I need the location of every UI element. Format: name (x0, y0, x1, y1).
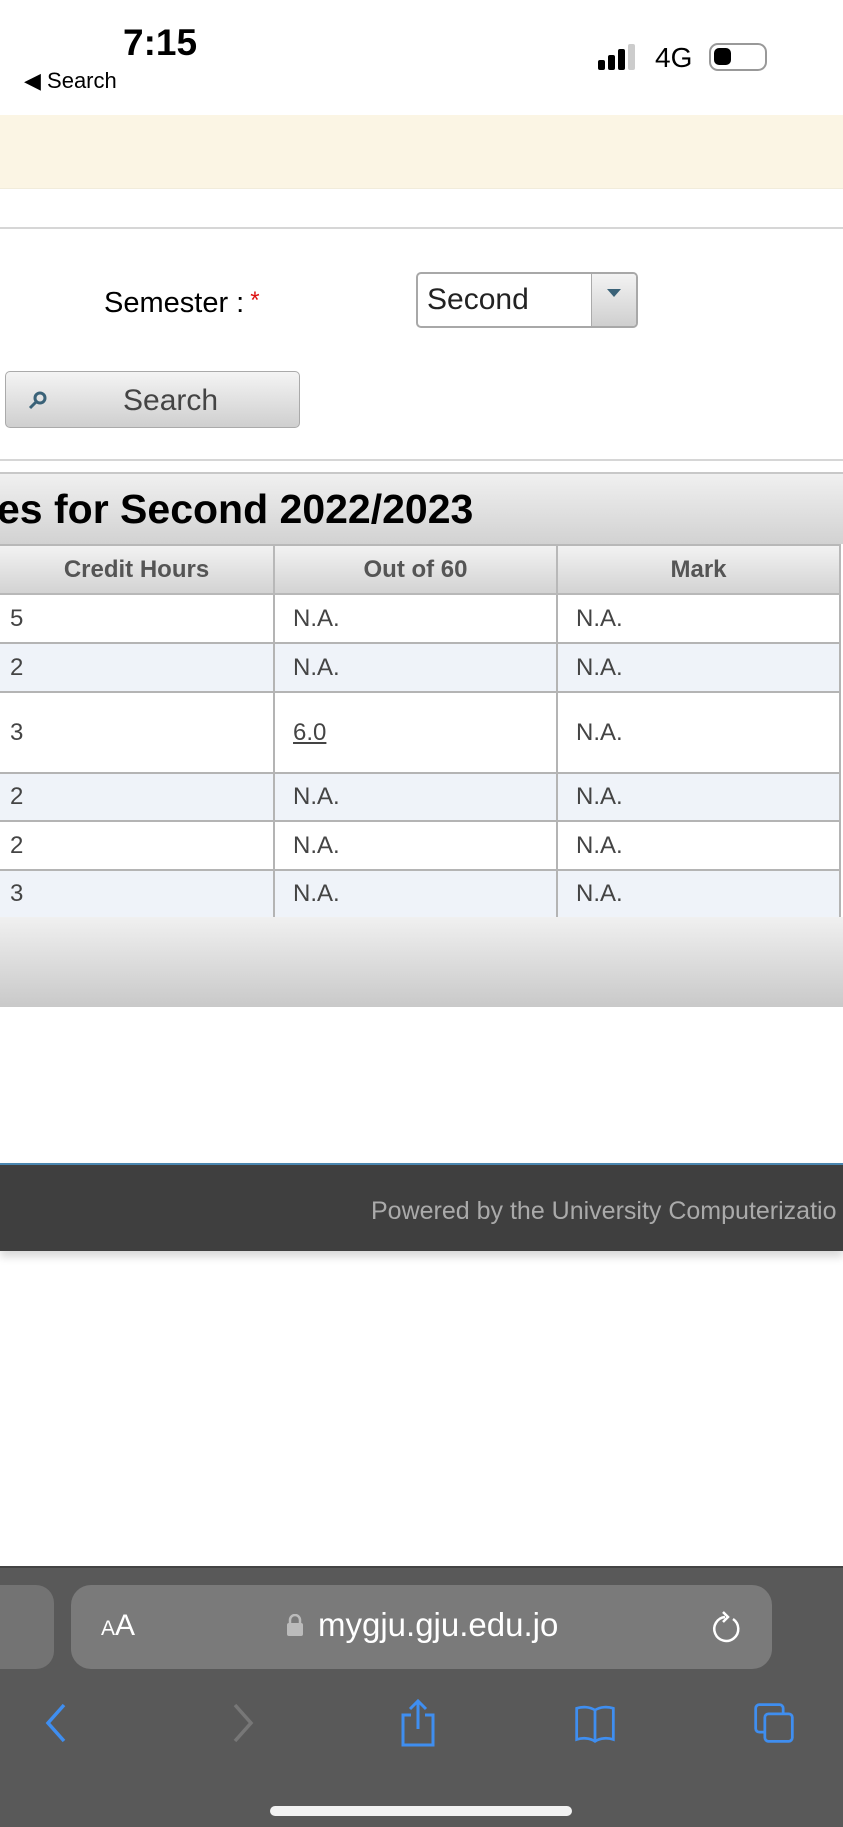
results-panel: es for Second 2022/2023 Credit Hours Out… (0, 472, 843, 1007)
results-title: es for Second 2022/2023 (0, 486, 474, 532)
search-button[interactable]: Search (5, 371, 300, 428)
results-footer-bar (0, 917, 843, 1007)
back-icon[interactable] (36, 1699, 80, 1747)
table-row: 3 6.0 N.A. (0, 691, 841, 774)
column-header-credit-hours[interactable]: Credit Hours (0, 544, 276, 595)
table-row: 5 N.A. N.A. (0, 593, 841, 644)
previous-tab-pill[interactable] (0, 1585, 54, 1669)
text-size-large: A (115, 1609, 136, 1642)
mark-cell: N.A. (556, 772, 841, 822)
out-of-60-cell: N.A. (273, 869, 558, 919)
text-size-button[interactable]: AA (101, 1609, 135, 1643)
out-of-60-link[interactable]: 6.0 (293, 719, 326, 746)
credit-cell: 2 (0, 642, 276, 693)
out-of-60-cell: N.A. (273, 772, 558, 822)
column-header-out-of-60[interactable]: Out of 60 (273, 544, 558, 595)
status-time: 7:15 (123, 22, 198, 63)
url-text: mygju.gju.edu.jo (318, 1606, 559, 1643)
semester-label: Semester : * (104, 287, 260, 320)
bookmarks-icon[interactable] (573, 1699, 617, 1747)
out-of-60-cell: N.A. (273, 820, 558, 871)
credit-cell: 5 (0, 593, 276, 644)
page-footer: Powered by the University Computerizatio (0, 1163, 843, 1251)
table-row: 2 N.A. N.A. (0, 642, 841, 693)
share-icon[interactable] (396, 1699, 440, 1747)
network-type: 4G (655, 42, 693, 73)
out-of-60-cell: 6.0 (273, 691, 558, 774)
divider (0, 459, 843, 461)
reload-icon[interactable] (711, 1610, 743, 1644)
column-header-mark[interactable]: Mark (556, 544, 841, 595)
notice-banner (0, 115, 843, 189)
signal-icon (598, 44, 635, 70)
tabs-icon[interactable] (752, 1699, 796, 1747)
out-of-60-cell: N.A. (273, 593, 558, 644)
table-header-row: Credit Hours Out of 60 Mark (0, 544, 841, 595)
lock-icon (287, 1614, 303, 1636)
address-bar[interactable]: AA mygju.gju.edu.jo (71, 1585, 772, 1669)
mark-cell: N.A. (556, 642, 841, 693)
semester-select[interactable]: Second (416, 272, 638, 328)
table-row: 2 N.A. N.A. (0, 820, 841, 871)
credit-cell: 3 (0, 691, 276, 774)
mark-cell: N.A. (556, 691, 841, 774)
text-size-small: A (101, 1617, 116, 1640)
table-row: 3 N.A. N.A. (0, 869, 841, 919)
chevron-down-icon[interactable] (591, 274, 636, 326)
mark-cell: N.A. (556, 593, 841, 644)
battery-icon (709, 43, 767, 71)
results-title-bar: es for Second 2022/2023 (0, 474, 843, 544)
forward-icon[interactable] (219, 1699, 263, 1747)
table-row: 2 N.A. N.A. (0, 772, 841, 822)
results-table: Credit Hours Out of 60 Mark 5 N.A. N.A. 2N… (0, 544, 841, 919)
semester-label-text: Semester : (104, 287, 245, 319)
semester-select-value: Second (427, 283, 529, 316)
search-icon (28, 391, 47, 410)
divider (0, 227, 843, 229)
home-indicator[interactable] (270, 1806, 572, 1816)
out-of-60-cell: N.A. (273, 642, 558, 693)
browser-toolbar: AA mygju.gju.edu.jo (0, 1566, 843, 1827)
credit-cell: 2 (0, 820, 276, 871)
footer-text: Powered by the University Computerizatio (371, 1197, 837, 1225)
credit-cell: 3 (0, 869, 276, 919)
mark-cell: N.A. (556, 869, 841, 919)
required-mark: * (250, 287, 260, 314)
credit-cell: 2 (0, 772, 276, 822)
search-button-label: Search (123, 384, 219, 417)
back-to-search-link[interactable]: ◀ Search (24, 68, 117, 94)
mark-cell: N.A. (556, 820, 841, 871)
